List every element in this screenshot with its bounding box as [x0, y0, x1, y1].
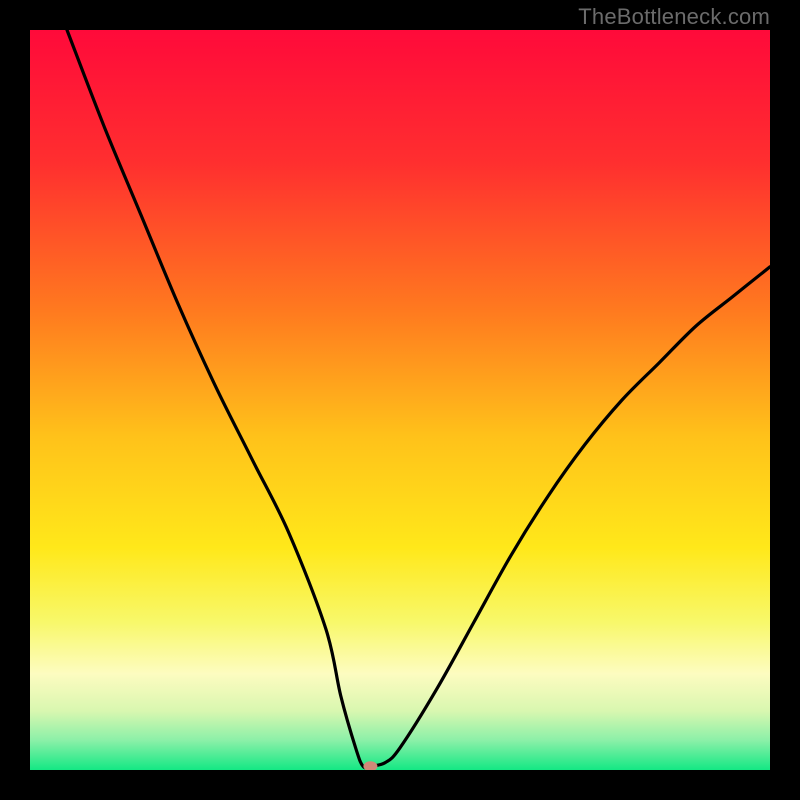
- watermark-text: TheBottleneck.com: [578, 4, 770, 30]
- chart-frame: TheBottleneck.com: [0, 0, 800, 800]
- plot-area: [30, 30, 770, 770]
- optimal-marker: [363, 761, 377, 770]
- bottleneck-curve: [30, 30, 770, 770]
